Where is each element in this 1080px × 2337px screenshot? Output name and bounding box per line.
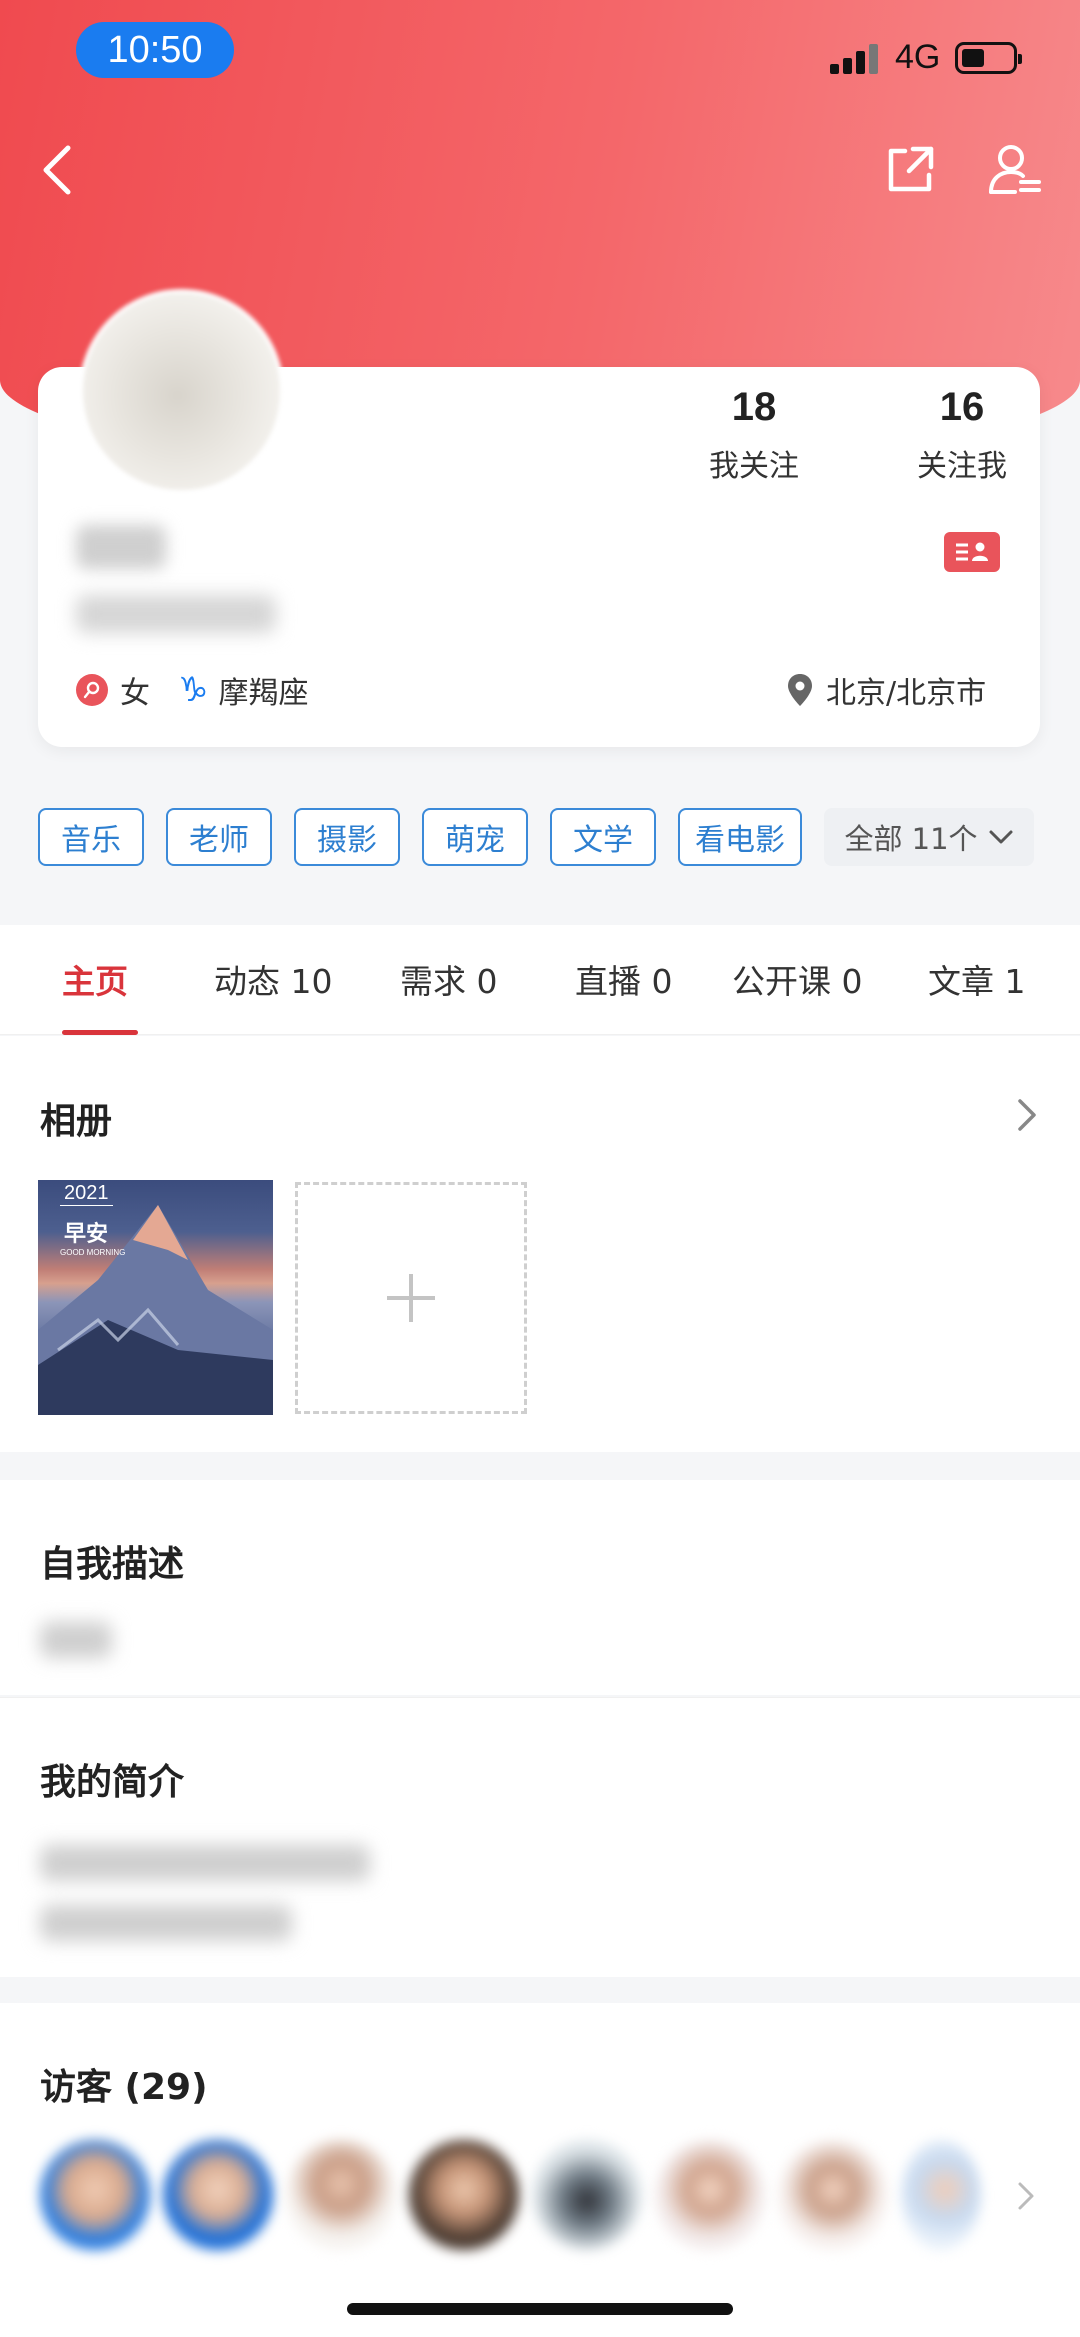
visitors-title: 访客 (29) xyxy=(40,2067,208,2108)
tags-all-label: 全部 11个 xyxy=(844,822,978,856)
chevron-down-icon xyxy=(989,830,1013,844)
followers-label: 关注我 xyxy=(917,449,1007,484)
chevron-right-icon xyxy=(1018,1099,1036,1131)
home-indicator[interactable] xyxy=(347,2303,733,2315)
visitor-avatar[interactable] xyxy=(532,2140,642,2250)
nickname-blurred xyxy=(76,525,166,569)
female-icon xyxy=(76,674,108,706)
tab-demands[interactable]: 需求 0 xyxy=(400,955,498,1003)
album-photo[interactable]: 2021 早安 GOOD MORNING xyxy=(38,1180,273,1415)
status-time: 10:50 xyxy=(76,22,234,78)
avatar[interactable] xyxy=(79,289,284,494)
tab-home[interactable]: 主页 xyxy=(62,955,128,1003)
tab-posts[interactable]: 动态 10 xyxy=(214,955,332,1003)
id-card-icon xyxy=(956,542,988,561)
status-bar: 10:50 4G xyxy=(0,0,1080,100)
visitor-avatar[interactable] xyxy=(655,2140,765,2250)
location-label: 北京/北京市 xyxy=(826,676,987,711)
tag-item[interactable]: 音乐 xyxy=(38,808,144,866)
back-button[interactable] xyxy=(18,130,98,210)
interest-tags: 音乐 老师 摄影 萌宠 文学 看电影 全部 11个 xyxy=(0,808,1080,868)
photo-caption: 早安 xyxy=(64,1222,109,1247)
tag-item[interactable]: 看电影 xyxy=(678,808,802,866)
following-stat[interactable]: 18 我关注 xyxy=(684,385,824,485)
gender-label: 女 xyxy=(120,676,150,711)
signature-blurred xyxy=(76,595,276,633)
tab-live[interactable]: 直播 0 xyxy=(575,955,673,1003)
visitors-more-button[interactable] xyxy=(1012,2176,1042,2216)
visitor-avatar[interactable] xyxy=(901,2140,981,2250)
album-more-button[interactable] xyxy=(1012,1095,1042,1135)
signal-icon xyxy=(830,42,880,74)
visitor-avatar[interactable] xyxy=(286,2140,396,2250)
chevron-left-icon xyxy=(43,145,71,195)
active-tab-indicator xyxy=(62,1030,138,1035)
tab-articles[interactable]: 文章 1 xyxy=(928,955,1026,1003)
self-description-text-blurred xyxy=(40,1622,112,1658)
intro-line-1-blurred xyxy=(40,1845,370,1881)
user-menu-button[interactable] xyxy=(975,130,1055,210)
share-icon xyxy=(888,146,934,192)
photo-subcaption: GOOD MORNING xyxy=(60,1248,126,1257)
tab-courses[interactable]: 公开课 0 xyxy=(732,955,863,1003)
self-description-title: 自我描述 xyxy=(40,1544,185,1585)
intro-line-2-blurred xyxy=(40,1905,292,1941)
chevron-right-icon xyxy=(1018,2182,1034,2210)
visitor-avatar[interactable] xyxy=(40,2140,150,2250)
profile-tabs: 主页 动态 10 需求 0 直播 0 公开课 0 文章 1 xyxy=(0,925,1080,1035)
location: 北京/北京市 xyxy=(786,668,986,712)
followers-count: 16 xyxy=(939,385,985,429)
capricorn-icon: ♑ xyxy=(178,670,209,710)
album-title: 相册 xyxy=(40,1101,113,1142)
tag-item[interactable]: 萌宠 xyxy=(422,808,528,866)
battery-icon xyxy=(955,42,1022,74)
add-photo-button[interactable] xyxy=(295,1182,527,1414)
share-button[interactable] xyxy=(870,130,950,210)
following-count: 18 xyxy=(731,385,777,429)
intro-title: 我的简介 xyxy=(40,1762,185,1803)
zodiac-label: 摩羯座 xyxy=(218,676,309,711)
following-label: 我关注 xyxy=(709,449,799,484)
network-type: 4G xyxy=(895,38,941,76)
tag-item[interactable]: 摄影 xyxy=(294,808,400,866)
self-description-section xyxy=(0,1480,1080,1695)
tags-all-button[interactable]: 全部 11个 xyxy=(824,808,1034,866)
followers-stat[interactable]: 16 关注我 xyxy=(892,385,1032,485)
top-navigation xyxy=(0,130,1080,210)
visitor-avatar[interactable] xyxy=(409,2140,519,2250)
user-settings-icon xyxy=(989,145,1041,194)
business-card-button[interactable] xyxy=(944,532,1000,572)
visitor-avatar[interactable] xyxy=(163,2140,273,2250)
photo-year: 2021 xyxy=(60,1182,113,1206)
tag-item[interactable]: 老师 xyxy=(166,808,272,866)
plus-icon xyxy=(387,1274,435,1322)
visitor-avatar[interactable] xyxy=(778,2140,888,2250)
profile-meta: 女 ♑ 摩羯座 xyxy=(76,668,308,712)
tag-item[interactable]: 文学 xyxy=(550,808,656,866)
location-pin-icon xyxy=(788,674,812,706)
